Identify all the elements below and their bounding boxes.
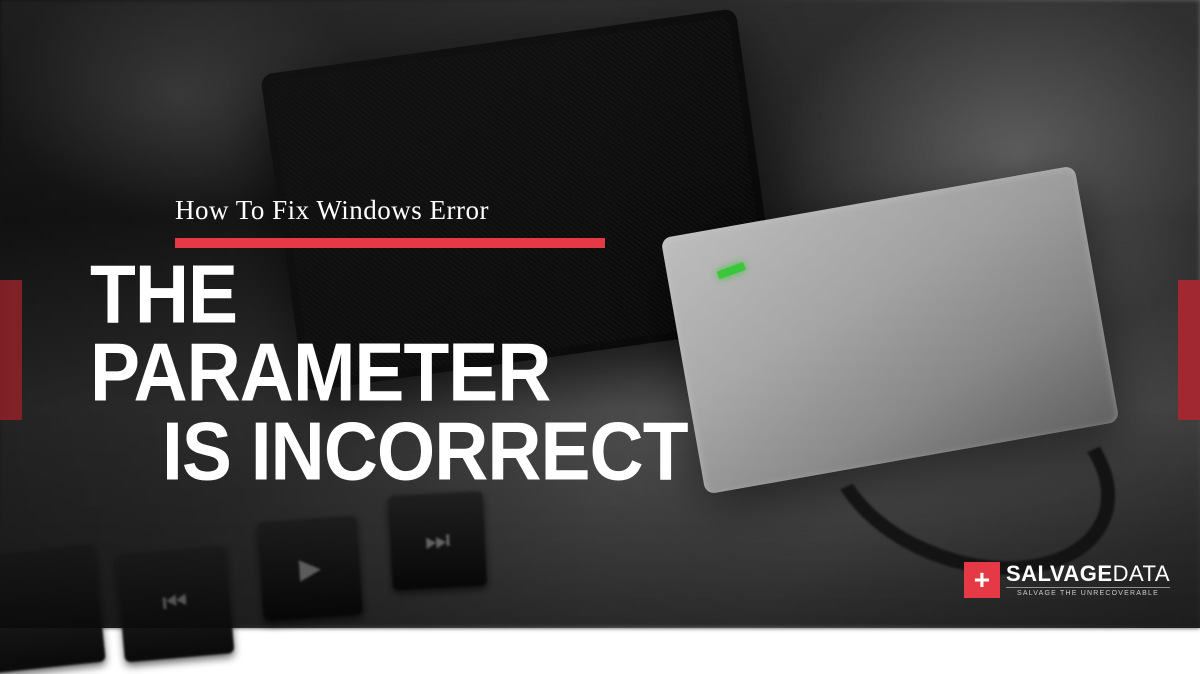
logo-name-thin: DATA: [1113, 561, 1170, 586]
headline-text: THE PARAMETER IS INCORRECT: [90, 255, 710, 490]
logo-text-block: SALVAGEDATA SALVAGE THE UNRECOVERABLE: [1006, 563, 1170, 597]
headline-block: How To Fix Windows Error THE PARAMETER I…: [90, 195, 710, 480]
plus-icon: +: [964, 562, 1000, 598]
brand-logo: + SALVAGEDATA SALVAGE THE UNRECOVERABLE: [964, 562, 1170, 598]
headline-line-2: IS INCORRECT: [162, 412, 710, 490]
logo-name: SALVAGEDATA: [1006, 563, 1170, 585]
hero-banner: ⏮ ▶ ⏭ How To Fix Windows Error THE PARAM…: [0, 0, 1200, 628]
logo-name-bold: SALVAGE: [1006, 561, 1113, 586]
accent-underline: [175, 238, 605, 248]
subtitle-text: How To Fix Windows Error: [175, 195, 710, 226]
headline-line-1: THE PARAMETER: [90, 255, 710, 412]
logo-tagline: SALVAGE THE UNRECOVERABLE: [1006, 587, 1170, 597]
